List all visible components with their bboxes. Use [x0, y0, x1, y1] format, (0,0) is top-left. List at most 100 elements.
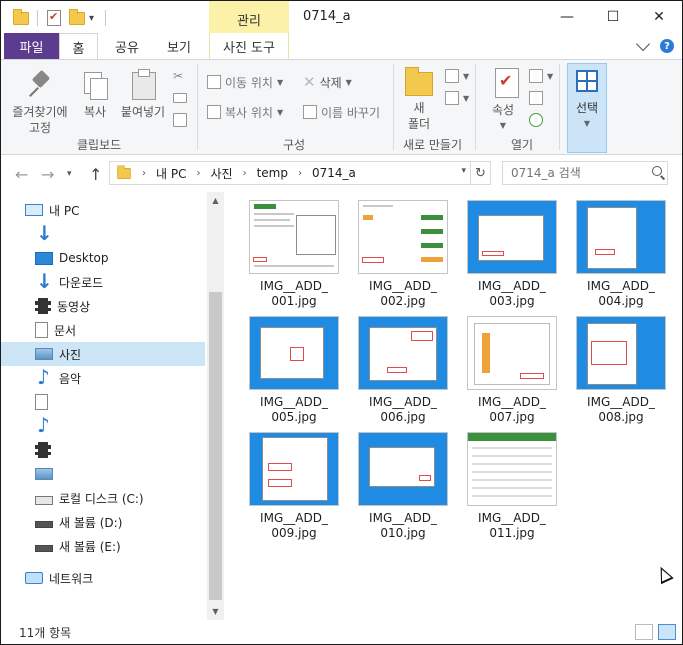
tab-home[interactable]: 홈	[59, 33, 98, 60]
sidebar-scrollbar[interactable]: ▲ ▼	[207, 192, 224, 620]
quick-access-dropdown-icon[interactable]: ▾	[89, 8, 94, 28]
copy-path-icon[interactable]	[173, 88, 187, 108]
file-item[interactable]: IMG__ADD_ 011.jpg	[462, 424, 562, 540]
close-button[interactable]: ✕	[636, 1, 682, 33]
help-icon[interactable]: ?	[660, 39, 674, 53]
back-icon[interactable]: ←	[15, 165, 28, 184]
sidebar-item-pictures-2[interactable]	[1, 462, 205, 486]
tab-share[interactable]: 공유	[105, 33, 149, 59]
file-item[interactable]: IMG__ADD_ 002.jpg	[353, 192, 453, 308]
file-item[interactable]: IMG__ADD_ 004.jpg	[571, 192, 671, 308]
search-box[interactable]	[502, 161, 668, 185]
sidebar-item-this-pc[interactable]: 내 PC	[1, 198, 205, 222]
scroll-down-icon[interactable]: ▼	[207, 603, 224, 620]
copy-button[interactable]: 복사	[77, 70, 113, 120]
breadcrumb-this-pc[interactable]: 내 PC	[156, 165, 186, 182]
recent-locations-icon[interactable]: ▾	[67, 169, 72, 179]
organize-group-label: 구성	[283, 138, 306, 152]
properties-button[interactable]: 속성 ▼	[483, 68, 523, 134]
tab-file[interactable]: 파일	[4, 33, 59, 59]
new-folder-button[interactable]: 새 폴더	[401, 66, 437, 132]
file-item[interactable]: IMG__ADD_ 001.jpg	[244, 192, 344, 308]
context-tab-manage[interactable]: 관리	[209, 1, 289, 33]
pin-to-quick-access-button[interactable]: 즐겨찾기에 고정	[7, 70, 73, 136]
sidebar-item-documents-2[interactable]	[1, 390, 205, 414]
sidebar-item-music-2[interactable]	[1, 413, 205, 438]
breadcrumb-current[interactable]: 0714_a	[312, 166, 356, 180]
sidebar-item-drive-d[interactable]: 새 볼륨 (D:)	[1, 510, 205, 534]
up-icon[interactable]: ↑	[89, 165, 102, 184]
new-folder-label-1: 새	[413, 101, 425, 115]
sidebar-item-desktop[interactable]: Desktop	[1, 246, 205, 270]
rename-button[interactable]: 이름 바꾸기	[303, 102, 380, 122]
divider	[393, 64, 394, 150]
history-button[interactable]	[529, 110, 543, 130]
file-item[interactable]: IMG__ADD_ 003.jpg	[462, 192, 562, 308]
file-item[interactable]: IMG__ADD_ 007.jpg	[462, 308, 562, 424]
breadcrumb-pictures[interactable]: 사진	[210, 165, 232, 182]
file-item[interactable]: IMG__ADD_ 009.jpg	[244, 424, 344, 540]
delete-button[interactable]: ✕ 삭제 ▼	[303, 72, 352, 92]
sidebar-item-pictures[interactable]: 사진	[1, 342, 205, 366]
rename-label: 이름 바꾸기	[321, 105, 381, 120]
new-group-label: 새로 만들기	[403, 138, 463, 152]
copy-to-icon	[207, 105, 221, 119]
sidebar-item-network[interactable]: 네트워크	[1, 566, 205, 590]
file-name: IMG__ADD_ 009.jpg	[260, 511, 328, 540]
scroll-thumb[interactable]	[209, 292, 222, 600]
minimize-button[interactable]: —	[544, 1, 590, 33]
divider	[37, 10, 38, 26]
file-item[interactable]: IMG__ADD_ 006.jpg	[353, 308, 453, 424]
new-item-button[interactable]: ▼	[445, 66, 469, 86]
chevron-right-icon[interactable]: ›	[243, 168, 247, 179]
delete-label: 삭제	[319, 75, 342, 90]
chevron-right-icon[interactable]: ›	[298, 168, 302, 179]
refresh-icon[interactable]: ↻	[470, 162, 490, 184]
properties-quick-icon[interactable]	[47, 8, 61, 28]
image-thumbnail	[249, 200, 339, 274]
scroll-up-icon[interactable]: ▲	[207, 192, 224, 209]
sidebar-item-videos-2[interactable]	[1, 438, 205, 462]
file-item[interactable]: IMG__ADD_ 008.jpg	[571, 308, 671, 424]
maximize-button[interactable]: ☐	[590, 1, 636, 33]
details-view-icon[interactable]	[635, 624, 653, 640]
sidebar-item-drive-c[interactable]: 로컬 디스크 (C:)	[1, 486, 205, 510]
tab-view[interactable]: 보기	[159, 33, 199, 59]
edit-button[interactable]	[529, 88, 543, 108]
move-to-button[interactable]: 이동 위치 ▼	[207, 72, 283, 92]
open-button[interactable]: ▼	[529, 66, 553, 86]
address-dropdown-icon[interactable]: ▾	[461, 166, 466, 176]
chevron-right-icon[interactable]: ›	[196, 168, 200, 179]
search-input[interactable]	[503, 162, 643, 184]
cut-icon[interactable]: ✂	[173, 66, 183, 86]
file-name: IMG__ADD_ 002.jpg	[369, 279, 437, 308]
paste-button[interactable]: 붙여넣기	[117, 68, 169, 120]
paste-shortcut-icon[interactable]	[173, 110, 187, 130]
sidebar-item-downloads[interactable]: 다운로드	[1, 269, 205, 294]
item-count: 11개 항목	[19, 626, 72, 640]
chevron-right-icon[interactable]: ›	[142, 168, 146, 179]
new-folder-icon	[405, 67, 433, 96]
image-thumbnail	[576, 200, 666, 274]
copy-to-button[interactable]: 복사 위치 ▼	[207, 102, 283, 122]
select-button[interactable]: 선택 ▼	[567, 63, 607, 153]
address-bar[interactable]: › 내 PC › 사진 › temp › 0714_a ▾ ↻	[109, 161, 491, 185]
tab-picture-tools[interactable]: 사진 도구	[209, 33, 289, 59]
forward-icon[interactable]: →	[41, 165, 54, 184]
sidebar-item-drive-e[interactable]: 새 볼륨 (E:)	[1, 534, 205, 558]
new-folder-quick-icon[interactable]	[69, 8, 85, 28]
search-icon[interactable]	[652, 166, 662, 176]
collapse-ribbon-icon[interactable]	[635, 36, 651, 52]
file-name: IMG__ADD_ 011.jpg	[478, 511, 546, 540]
sidebar-item-music[interactable]: 음악	[1, 365, 205, 390]
file-item[interactable]: IMG__ADD_ 010.jpg	[353, 424, 453, 540]
sidebar-item-videos[interactable]: 동영상	[1, 294, 205, 318]
file-item[interactable]: IMG__ADD_ 005.jpg	[244, 308, 344, 424]
large-icons-view-icon[interactable]	[658, 624, 676, 640]
easy-access-button[interactable]: ▼	[445, 88, 469, 108]
sidebar-item-documents[interactable]: 문서	[1, 318, 205, 342]
image-thumbnail	[467, 316, 557, 390]
sidebar-item-download-shortcut[interactable]	[1, 221, 205, 246]
breadcrumb-temp[interactable]: temp	[257, 166, 288, 180]
file-name: IMG__ADD_ 010.jpg	[369, 511, 437, 540]
